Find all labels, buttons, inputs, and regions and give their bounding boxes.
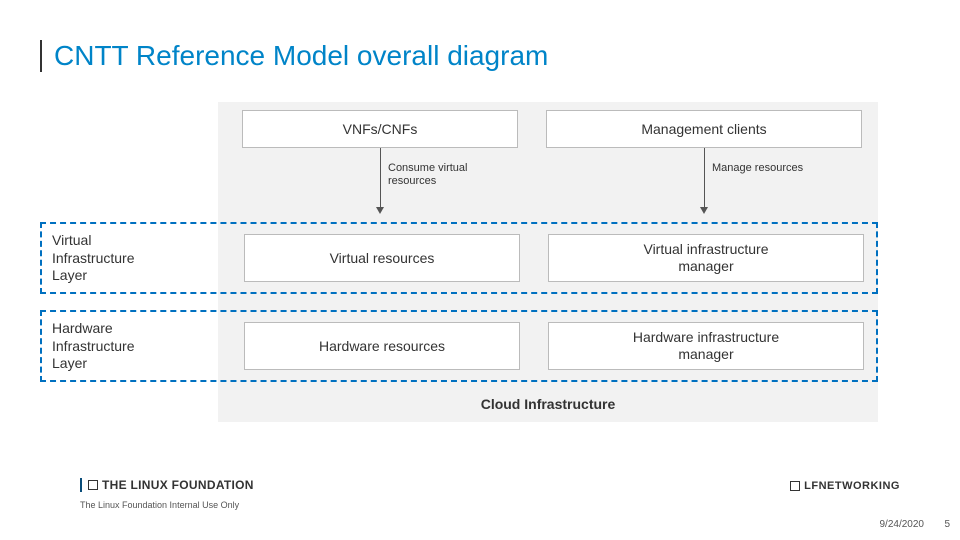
manage-arrow-label: Manage resources <box>712 162 803 175</box>
lf-networking-logo: LFNETWORKING <box>790 480 900 492</box>
consume-arrow-label: Consume virtual resources <box>388 162 467 188</box>
lfn-square-icon <box>790 481 800 491</box>
consume-arrow: Consume virtual resources <box>242 148 518 218</box>
manage-arrow: Manage resources <box>546 148 862 218</box>
hardware-resources-box: Hardware resources <box>244 322 520 370</box>
virtual-resources-box: Virtual resources <box>244 234 520 282</box>
lf-networking-logo-text: LFNETWORKING <box>804 480 900 492</box>
virtual-infra-manager-box: Virtual infrastructure manager <box>548 234 864 282</box>
hardware-layer-row: Hardware Infrastructure Layer Hardware r… <box>40 310 878 382</box>
page-title: CNTT Reference Model overall diagram <box>40 40 940 72</box>
cloud-infrastructure-label: Cloud Infrastructure <box>218 396 878 412</box>
virtual-layer-label: Virtual Infrastructure Layer <box>52 232 202 285</box>
lf-square-icon <box>88 480 98 490</box>
diagram: Cloud Infrastructure VNFs/CNFs Managemen… <box>40 102 940 432</box>
hardware-layer-label: Hardware Infrastructure Layer <box>52 320 202 373</box>
management-clients-box: Management clients <box>546 110 862 148</box>
hardware-infra-manager-box: Hardware infrastructure manager <box>548 322 864 370</box>
linux-foundation-logo-text: THE LINUX FOUNDATION <box>102 478 254 492</box>
slide-page-number: 5 <box>944 519 950 530</box>
linux-foundation-logo: THE LINUX FOUNDATION <box>80 478 254 492</box>
footer: THE LINUX FOUNDATION LFNETWORKING The Li… <box>80 478 920 510</box>
footer-note: The Linux Foundation Internal Use Only <box>80 500 920 510</box>
slide-date: 9/24/2020 <box>880 519 925 530</box>
virtual-layer-row: Virtual Infrastructure Layer Virtual res… <box>40 222 878 294</box>
vnfs-cnfs-box: VNFs/CNFs <box>242 110 518 148</box>
